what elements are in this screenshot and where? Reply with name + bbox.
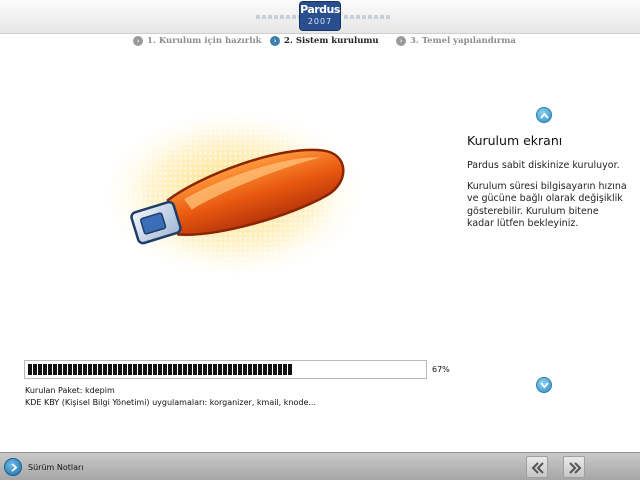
header-divider [0,33,640,34]
info-paragraph-1: Pardus sabit diskinize kuruluyor. [467,160,620,171]
step-label: 1. Kurulum için hazırlık [147,36,262,46]
step-system-install: › 2. Sistem kurulumu [270,36,379,46]
next-button[interactable] [563,456,585,478]
info-title: Kurulum ekranı [467,133,563,148]
current-package-label: Kurulan Paket: kdepim [25,386,115,395]
usb-drive-illustration [108,116,358,274]
step-basic-config: › 3. Temel yapılandırma [396,36,516,46]
progress-fill [28,364,293,375]
header-decoration-right [343,5,391,24]
logo-year: 2007 [307,17,333,26]
info-scroll-down-button[interactable] [536,377,552,393]
header-decoration-left [255,5,303,24]
arrow-right-circle-icon [4,458,22,476]
installer-window: Pardus 2007 › 1. Kurulum için hazırlık ›… [0,0,640,480]
chevron-down-icon [540,382,549,389]
double-chevron-right-icon [569,462,582,474]
chevron-up-icon [540,112,549,119]
pardus-logo: Pardus 2007 [299,1,341,31]
install-steps: › 1. Kurulum için hazırlık › 2. Sistem k… [0,36,640,48]
step-pending-icon: › [396,36,406,46]
header-bar: Pardus 2007 [0,0,640,33]
release-notes-label: Sürüm Notları [28,462,84,472]
package-description: KDE KBY (Kişisel Bilgi Yönetimi) uygulam… [25,398,316,407]
step-label: 2. Sistem kurulumu [284,36,379,46]
progress-percentage: 67% [432,365,450,374]
footer-bar: Sürüm Notları [0,452,640,480]
back-button[interactable] [526,456,548,478]
info-paragraph-2: Kurulum süresi bilgisayarın hızına ve gü… [467,180,627,230]
release-notes-button[interactable]: Sürüm Notları [4,457,84,477]
info-panel: Kurulum ekranı Pardus sabit diskinize ku… [467,133,627,239]
step-check-icon: › [133,36,143,46]
step-active-icon: › [270,36,280,46]
install-progress-bar [24,360,427,379]
info-scroll-up-button[interactable] [536,107,552,123]
step-preparation: › 1. Kurulum için hazırlık [133,36,262,46]
step-label: 3. Temel yapılandırma [410,36,516,46]
double-chevron-left-icon [531,462,544,474]
logo-brand: Pardus [300,3,340,16]
